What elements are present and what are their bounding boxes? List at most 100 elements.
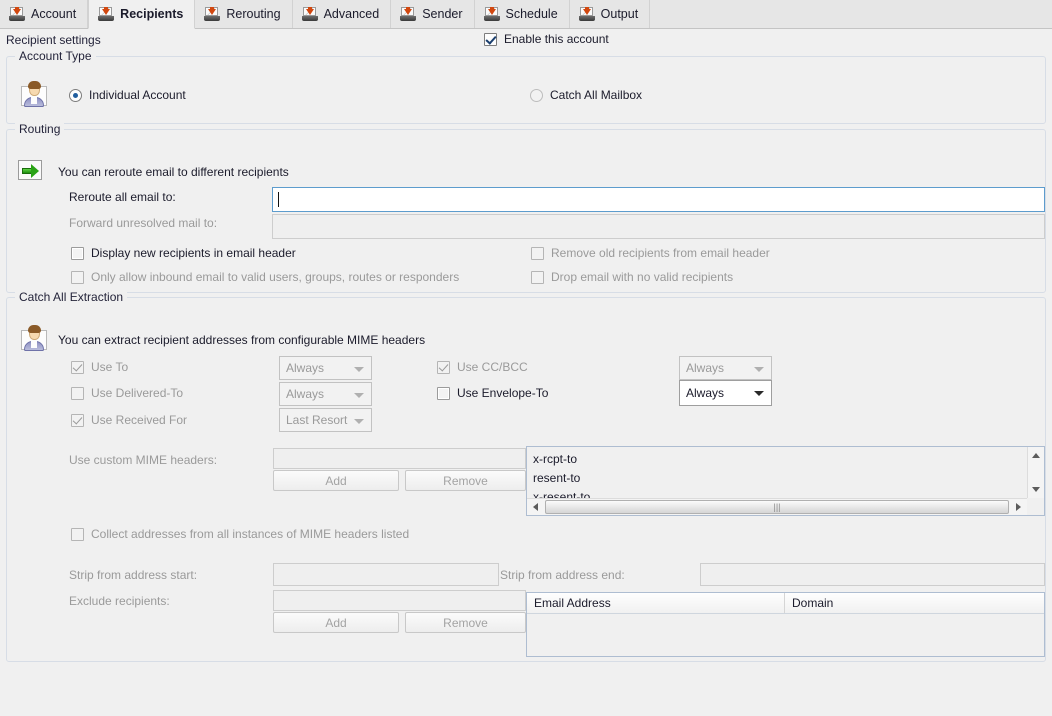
exclude-recipients-label: Exclude recipients: — [69, 594, 170, 608]
grid-column-email-address[interactable]: Email Address — [527, 593, 785, 613]
inbox-icon — [98, 7, 114, 21]
use-cc-bcc-checkbox[interactable]: Use CC/BCC — [437, 360, 528, 374]
checkbox-box — [71, 528, 84, 541]
use-envelope-to-mode-select[interactable]: Always — [679, 380, 772, 406]
scroll-up-icon[interactable] — [1028, 447, 1044, 464]
list-item[interactable]: x-rcpt-to — [533, 450, 1027, 469]
remove-exclude-button[interactable]: Remove — [405, 612, 526, 633]
scroll-thumb[interactable] — [545, 500, 1009, 514]
display-new-recipients-label: Display new recipients in email header — [91, 246, 296, 260]
radio-catch-all-mailbox-label: Catch All Mailbox — [550, 88, 642, 102]
inbox-icon — [484, 7, 500, 21]
grid-column-domain[interactable]: Domain — [785, 593, 1044, 613]
routing-group: Routing You can reroute email to differe… — [6, 129, 1046, 293]
vertical-scrollbar[interactable] — [1027, 447, 1044, 498]
remove-exclude-label: Remove — [443, 616, 488, 630]
enable-account-checkbox[interactable]: Enable this account — [484, 32, 609, 46]
use-delivered-to-mode-select[interactable]: Always — [279, 382, 372, 406]
exclude-recipients-input[interactable] — [273, 590, 526, 611]
remove-mime-header-button[interactable]: Remove — [405, 470, 526, 491]
use-delivered-to-mode-value: Always — [286, 387, 324, 401]
strip-start-label: Strip from address start: — [69, 568, 197, 582]
checkbox-box — [484, 33, 497, 46]
checkbox-box — [71, 361, 84, 374]
display-new-recipients-checkbox[interactable]: Display new recipients in email header — [71, 246, 296, 260]
tab-output[interactable]: Output — [570, 0, 651, 28]
recipients-settings-window: Account Recipients Rerouting Advanced Se… — [0, 0, 1052, 716]
use-delivered-to-checkbox[interactable]: Use Delivered-To — [71, 386, 183, 400]
add-exclude-button[interactable]: Add — [273, 612, 399, 633]
catch-all-legend: Catch All Extraction — [15, 290, 127, 304]
tab-rerouting[interactable]: Rerouting — [195, 0, 292, 28]
catch-all-description: You can extract recipient addresses from… — [58, 333, 425, 347]
only-allow-inbound-checkbox[interactable]: Only allow inbound email to valid users,… — [71, 270, 459, 284]
collect-addresses-checkbox[interactable]: Collect addresses from all instances of … — [71, 527, 409, 541]
remove-old-recipients-checkbox[interactable]: Remove old recipients from email header — [531, 246, 770, 260]
exclude-recipients-grid[interactable]: Email Address Domain — [526, 592, 1045, 657]
inbox-icon — [400, 7, 416, 21]
tab-sender-label: Sender — [422, 7, 462, 21]
tab-account[interactable]: Account — [0, 0, 88, 28]
use-cc-bcc-label: Use CC/BCC — [457, 360, 528, 374]
strip-end-label: Strip from address end: — [500, 568, 625, 582]
add-mime-header-button[interactable]: Add — [273, 470, 399, 491]
checkbox-box — [71, 247, 84, 260]
tab-output-label: Output — [601, 7, 639, 21]
use-delivered-to-label: Use Delivered-To — [91, 386, 183, 400]
mime-headers-list: x-rcpt-to resent-to x-resent-to — [527, 447, 1027, 498]
collect-addresses-label: Collect addresses from all instances of … — [91, 527, 409, 541]
checkbox-box — [437, 387, 450, 400]
forward-arrow-icon — [18, 160, 42, 180]
forward-unresolved-input[interactable] — [272, 214, 1045, 239]
header-row: Recipient settings Enable this account — [0, 29, 1052, 53]
use-received-for-mode-value: Last Resort — [286, 413, 347, 427]
grid-header-row: Email Address Domain — [527, 593, 1044, 614]
strip-end-input[interactable] — [700, 563, 1045, 586]
user-avatar-icon — [19, 323, 49, 351]
horizontal-scrollbar[interactable] — [527, 498, 1027, 515]
checkbox-box — [71, 271, 84, 284]
scroll-left-icon[interactable] — [527, 499, 544, 515]
use-to-mode-select[interactable]: Always — [279, 356, 372, 380]
inbox-icon — [302, 7, 318, 21]
reroute-label: Reroute all email to: — [69, 190, 176, 204]
tab-bar: Account Recipients Rerouting Advanced Se… — [0, 0, 1052, 29]
routing-description: You can reroute email to different recip… — [58, 165, 289, 179]
use-to-checkbox[interactable]: Use To — [71, 360, 128, 374]
remove-mime-header-label: Remove — [443, 474, 488, 488]
mime-headers-listbox[interactable]: x-rcpt-to resent-to x-resent-to — [526, 446, 1045, 516]
remove-old-recipients-label: Remove old recipients from email header — [551, 246, 770, 260]
reroute-input[interactable] — [272, 187, 1045, 212]
tab-schedule[interactable]: Schedule — [475, 0, 570, 28]
text-caret — [278, 192, 279, 207]
use-received-for-checkbox[interactable]: Use Received For — [71, 413, 187, 427]
radio-individual-account[interactable]: Individual Account — [69, 88, 186, 102]
tab-advanced[interactable]: Advanced — [293, 0, 392, 28]
use-cc-bcc-mode-select[interactable]: Always — [679, 356, 772, 380]
list-item[interactable]: x-resent-to — [533, 488, 1027, 498]
drop-email-no-valid-checkbox[interactable]: Drop email with no valid recipients — [531, 270, 733, 284]
tab-account-label: Account — [31, 7, 76, 21]
tab-rerouting-label: Rerouting — [226, 7, 280, 21]
add-mime-header-label: Add — [325, 474, 346, 488]
scroll-right-icon[interactable] — [1010, 499, 1027, 515]
list-item[interactable]: resent-to — [533, 469, 1027, 488]
scroll-down-icon[interactable] — [1028, 481, 1044, 498]
use-to-label: Use To — [91, 360, 128, 374]
strip-start-input[interactable] — [273, 563, 499, 586]
use-envelope-to-checkbox[interactable]: Use Envelope-To — [437, 386, 548, 400]
catch-all-extraction-group: Catch All Extraction You can extract rec… — [6, 297, 1046, 662]
custom-mime-headers-input[interactable] — [273, 448, 526, 469]
tab-sender[interactable]: Sender — [391, 0, 474, 28]
tab-recipients[interactable]: Recipients — [88, 0, 195, 29]
use-received-for-mode-select[interactable]: Last Resort — [279, 408, 372, 432]
chevron-down-icon — [754, 391, 764, 396]
checkbox-box — [71, 387, 84, 400]
tab-advanced-label: Advanced — [324, 7, 380, 21]
only-allow-inbound-label: Only allow inbound email to valid users,… — [91, 270, 459, 284]
radio-button — [69, 89, 82, 102]
add-exclude-label: Add — [325, 616, 346, 630]
account-type-group: Account Type Individual Account Catch Al… — [6, 56, 1046, 124]
radio-button — [530, 89, 543, 102]
radio-catch-all-mailbox[interactable]: Catch All Mailbox — [530, 88, 642, 102]
